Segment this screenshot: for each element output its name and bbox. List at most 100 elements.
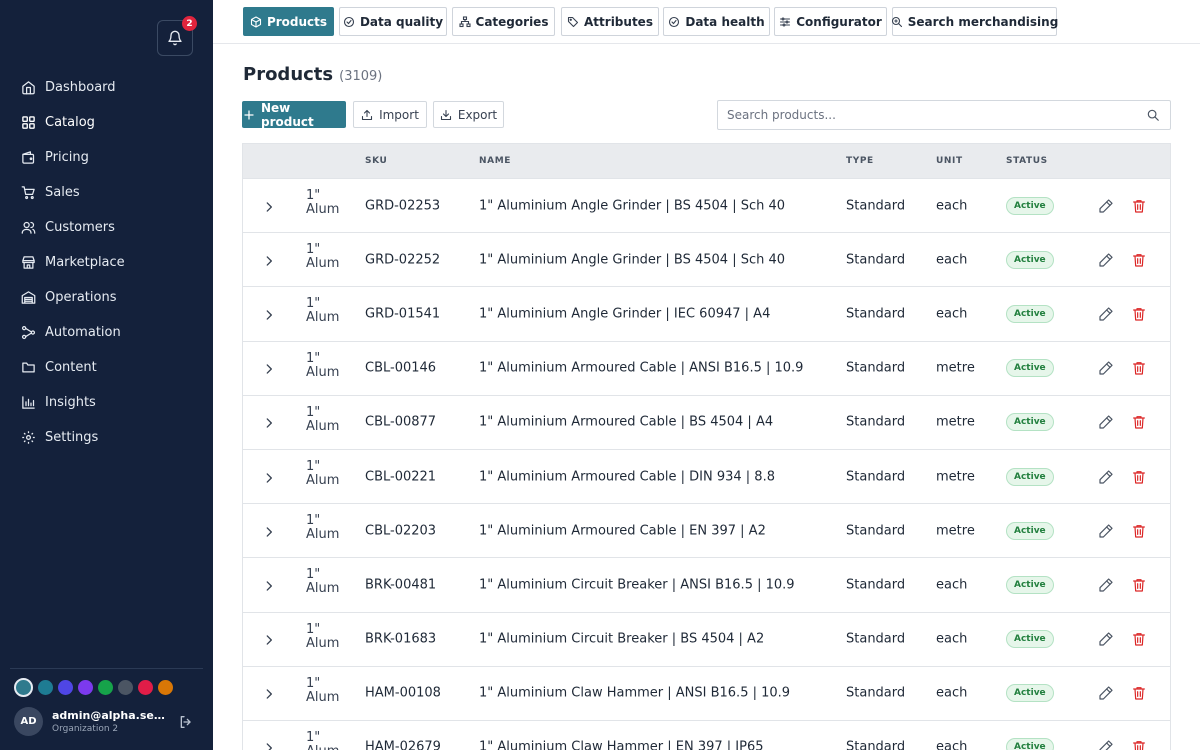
edit-icon[interactable] bbox=[1098, 685, 1114, 701]
theme-swatch[interactable] bbox=[14, 678, 33, 697]
sidebar-item-content[interactable]: Content bbox=[0, 350, 213, 385]
edit-icon[interactable] bbox=[1098, 360, 1114, 376]
chevron-right-icon[interactable] bbox=[262, 524, 276, 538]
table-row[interactable]: 1" Alum HAM-00108 1" Aluminium Claw Hammer… bbox=[243, 665, 1170, 720]
edit-icon[interactable] bbox=[1098, 198, 1114, 214]
name-cell[interactable]: 1" Aluminium Armoured Cable | DIN 934 | … bbox=[479, 469, 775, 484]
edit-icon[interactable] bbox=[1098, 252, 1114, 268]
chevron-right-icon[interactable] bbox=[262, 253, 276, 267]
table-row[interactable]: 1" Alum BRK-01683 1" Aluminium Circuit Bre… bbox=[243, 611, 1170, 666]
export-button[interactable]: Export bbox=[433, 101, 504, 128]
theme-swatch[interactable] bbox=[38, 680, 53, 695]
theme-swatch[interactable] bbox=[138, 680, 153, 695]
chevron-right-icon[interactable] bbox=[262, 361, 276, 375]
sidebar-item-label: Operations bbox=[45, 290, 117, 305]
name-cell[interactable]: 1" Aluminium Armoured Cable | BS 4504 | … bbox=[479, 415, 773, 430]
name-cell[interactable]: 1" Aluminium Angle Grinder | IEC 60947 |… bbox=[479, 306, 770, 321]
status-badge: Active bbox=[1006, 413, 1054, 432]
delete-icon[interactable] bbox=[1131, 252, 1147, 268]
tab-data-quality[interactable]: Data quality bbox=[339, 7, 447, 36]
sidebar-item-settings[interactable]: Settings bbox=[0, 420, 213, 455]
delete-icon[interactable] bbox=[1131, 360, 1147, 376]
new-product-button[interactable]: New product bbox=[242, 101, 346, 129]
status-badge: Active bbox=[1006, 196, 1054, 215]
edit-icon[interactable] bbox=[1098, 523, 1114, 539]
column-header-sku[interactable]: SKU bbox=[365, 156, 387, 166]
delete-icon[interactable] bbox=[1131, 739, 1147, 750]
column-header-name[interactable]: NAME bbox=[479, 156, 511, 166]
sidebar-item-automation[interactable]: Automation bbox=[0, 315, 213, 350]
sidebar-item-insights[interactable]: Insights bbox=[0, 385, 213, 420]
logout-icon[interactable] bbox=[177, 713, 195, 731]
name-cell[interactable]: 1" Aluminium Angle Grinder | BS 4504 | S… bbox=[479, 198, 785, 213]
sidebar-item-operations[interactable]: Operations bbox=[0, 280, 213, 315]
edit-icon[interactable] bbox=[1098, 739, 1114, 750]
sidebar-item-customers[interactable]: Customers bbox=[0, 210, 213, 245]
chevron-right-icon[interactable] bbox=[262, 470, 276, 484]
sidebar-item-label: Insights bbox=[45, 395, 96, 410]
column-header-type[interactable]: TYPE bbox=[846, 156, 874, 166]
delete-icon[interactable] bbox=[1131, 469, 1147, 485]
column-header-unit[interactable]: UNIT bbox=[936, 156, 963, 166]
delete-icon[interactable] bbox=[1131, 306, 1147, 322]
table-row[interactable]: 1" Alum CBL-00877 1" Aluminium Armoured Ca… bbox=[243, 394, 1170, 449]
table-row[interactable]: 1" Alum HAM-02679 1" Aluminium Claw Hammer… bbox=[243, 719, 1170, 750]
delete-icon[interactable] bbox=[1131, 523, 1147, 539]
delete-icon[interactable] bbox=[1131, 631, 1147, 647]
import-button[interactable]: Import bbox=[353, 101, 427, 128]
table-row[interactable]: 1" Alum GRD-02253 1" Aluminium Angle Grind… bbox=[243, 178, 1170, 233]
notifications-button[interactable]: 2 bbox=[157, 16, 197, 56]
sidebar-item-pricing[interactable]: Pricing bbox=[0, 140, 213, 175]
tab-configurator[interactable]: Configurator bbox=[774, 7, 887, 36]
table-row[interactable]: 1" Alum CBL-02203 1" Aluminium Armoured Ca… bbox=[243, 503, 1170, 558]
name-cell[interactable]: 1" Aluminium Armoured Cable | EN 397 | A… bbox=[479, 523, 766, 538]
tab-categories[interactable]: Categories bbox=[452, 7, 555, 36]
theme-swatch[interactable] bbox=[58, 680, 73, 695]
name-cell[interactable]: 1" Aluminium Angle Grinder | BS 4504 | S… bbox=[479, 252, 785, 267]
sidebar-item-catalog[interactable]: Catalog bbox=[0, 105, 213, 140]
name-cell[interactable]: 1" Aluminium Circuit Breaker | ANSI B16.… bbox=[479, 577, 795, 592]
chevron-right-icon[interactable] bbox=[262, 199, 276, 213]
name-cell[interactable]: 1" Aluminium Claw Hammer | EN 397 | IP65 bbox=[479, 740, 764, 750]
edit-icon[interactable] bbox=[1098, 414, 1114, 430]
delete-icon[interactable] bbox=[1131, 198, 1147, 214]
search-input[interactable] bbox=[718, 101, 1138, 129]
tab-attributes[interactable]: Attributes bbox=[561, 7, 659, 36]
delete-icon[interactable] bbox=[1131, 685, 1147, 701]
edit-icon[interactable] bbox=[1098, 306, 1114, 322]
edit-icon[interactable] bbox=[1098, 631, 1114, 647]
table-row[interactable]: 1" Alum GRD-01541 1" Aluminium Angle Grind… bbox=[243, 286, 1170, 341]
table-row[interactable]: 1" Alum CBL-00146 1" Aluminium Armoured Ca… bbox=[243, 340, 1170, 395]
type-cell: Standard bbox=[846, 577, 906, 593]
theme-swatch[interactable] bbox=[158, 680, 173, 695]
edit-icon[interactable] bbox=[1098, 469, 1114, 485]
tab-products[interactable]: Products bbox=[243, 7, 334, 36]
table-row[interactable]: 1" Alum BRK-00481 1" Aluminium Circuit Bre… bbox=[243, 557, 1170, 612]
edit-icon[interactable] bbox=[1098, 577, 1114, 593]
search-icon[interactable] bbox=[1146, 108, 1160, 122]
chevron-right-icon[interactable] bbox=[262, 415, 276, 429]
name-cell[interactable]: 1" Aluminium Circuit Breaker | BS 4504 |… bbox=[479, 632, 764, 647]
column-header-status[interactable]: STATUS bbox=[1006, 156, 1048, 166]
delete-icon[interactable] bbox=[1131, 414, 1147, 430]
delete-icon[interactable] bbox=[1131, 577, 1147, 593]
chevron-right-icon[interactable] bbox=[262, 740, 276, 750]
table-row[interactable]: 1" Alum GRD-02252 1" Aluminium Angle Grind… bbox=[243, 232, 1170, 287]
theme-swatch[interactable] bbox=[78, 680, 93, 695]
chevron-right-icon[interactable] bbox=[262, 686, 276, 700]
tab-search-merchandising[interactable]: Search merchandising bbox=[891, 7, 1058, 36]
sidebar-item-marketplace[interactable]: Marketplace bbox=[0, 245, 213, 280]
sidebar-item-dashboard[interactable]: Dashboard bbox=[0, 70, 213, 105]
chevron-right-icon[interactable] bbox=[262, 578, 276, 592]
chevron-right-icon[interactable] bbox=[262, 632, 276, 646]
sidebar-item-sales[interactable]: Sales bbox=[0, 175, 213, 210]
chevron-right-icon[interactable] bbox=[262, 307, 276, 321]
user-profile[interactable]: AD admin@alpha.seed.example Organization… bbox=[10, 707, 203, 736]
theme-swatch[interactable] bbox=[98, 680, 113, 695]
name-cell[interactable]: 1" Aluminium Claw Hammer | ANSI B16.5 | … bbox=[479, 686, 790, 701]
theme-swatch[interactable] bbox=[118, 680, 133, 695]
table-row[interactable]: 1" Alum CBL-00221 1" Aluminium Armoured Ca… bbox=[243, 448, 1170, 504]
name-cell[interactable]: 1" Aluminium Armoured Cable | ANSI B16.5… bbox=[479, 361, 803, 376]
tab-data-health[interactable]: Data health bbox=[663, 7, 770, 36]
product-thumbnail: 1" Alum bbox=[306, 568, 340, 597]
